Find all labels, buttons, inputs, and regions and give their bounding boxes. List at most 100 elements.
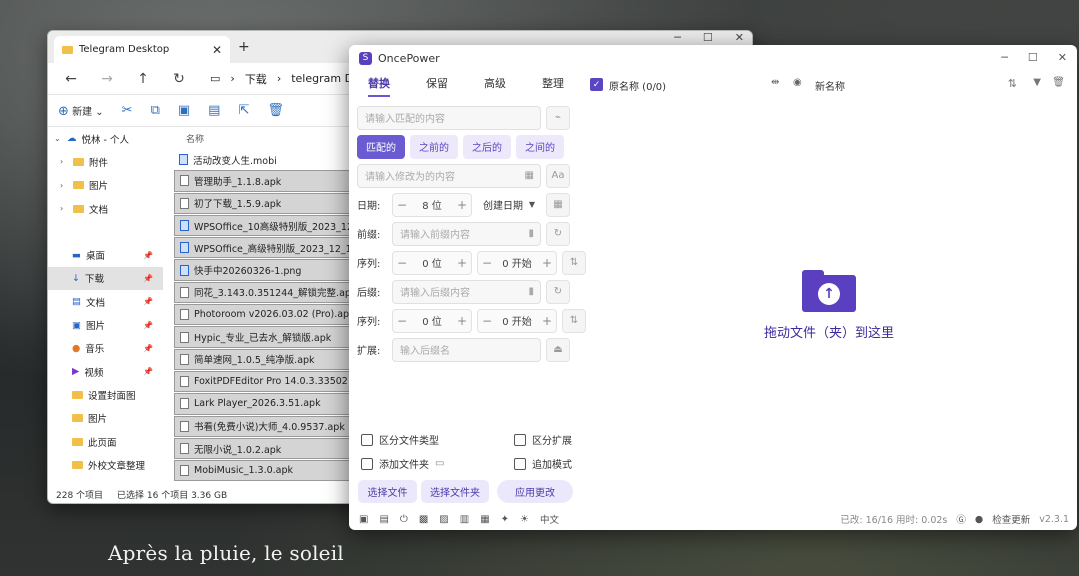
tab-organize[interactable]: 整理	[542, 71, 564, 97]
sort-icon[interactable]: ⇅	[562, 250, 586, 275]
select-all-checkbox[interactable]: ✓	[590, 78, 603, 91]
nav-item-cloud[interactable]: ⌄ ☁ 悦林 - 个人	[48, 127, 163, 150]
breadcrumb-item[interactable]: 下载	[245, 71, 267, 87]
nav-item-music[interactable]: ● 音乐 📌	[48, 337, 163, 360]
calendar-icon[interactable]: ▦	[525, 170, 534, 181]
nav-item-downloads[interactable]: ↓ 下载 📌	[48, 266, 163, 291]
mode-after-button[interactable]: 之后的	[463, 134, 511, 159]
delete-icon[interactable]: 🗑	[267, 103, 284, 118]
breadcrumb-item[interactable]: telegram D	[291, 72, 353, 85]
forward-icon[interactable]: →	[92, 71, 122, 87]
case-icon[interactable]: Aa	[546, 163, 570, 188]
sequence-digits-stepper[interactable]: −0 位 +	[392, 308, 472, 333]
calendar-icon[interactable]: ▦	[546, 192, 570, 217]
file-row[interactable]: WPSOffice_高级特别版_2023_12_1	[174, 237, 354, 259]
back-icon[interactable]: ←	[56, 71, 86, 87]
prefix-input[interactable]: 请输入前缀内容 ▮	[392, 221, 541, 246]
option-distinguish-ext[interactable]: 区分扩展	[514, 432, 572, 447]
option-distinguish-type[interactable]: 区分文件类型	[361, 432, 439, 447]
maximize-icon[interactable]: ☐	[1028, 51, 1038, 64]
date-type-select[interactable]: 创建日期 ▼	[477, 193, 541, 217]
mode-match-button[interactable]: 匹配的	[357, 134, 405, 159]
apply-changes-button[interactable]: 应用更改	[497, 480, 573, 503]
clear-icon[interactable]: ⏏	[546, 337, 570, 362]
nav-item-folder[interactable]: 此页面	[48, 430, 163, 453]
language-toggle[interactable]: 中文	[540, 512, 559, 526]
sort-icon[interactable]: ⇅	[562, 308, 586, 333]
nav-item-folder[interactable]: 图片	[48, 407, 163, 430]
extension-input[interactable]: 输入后缀名	[392, 337, 541, 362]
file-row[interactable]: 初了下载_1.5.9.apk	[174, 192, 354, 214]
new-button[interactable]: ⊕ 新建 ⌄	[58, 103, 104, 119]
drop-zone[interactable]: ↑ 拖动文件（夹）到这里	[749, 270, 909, 341]
minimize-icon[interactable]: ─	[1001, 51, 1008, 64]
new-tab-icon[interactable]: +	[238, 39, 250, 55]
nav-item-folder[interactable]: 外校文章整理	[48, 453, 163, 476]
suffix-input[interactable]: 请输入后缀内容 ▮	[392, 279, 541, 304]
close-tab-icon[interactable]: ✕	[212, 43, 222, 57]
select-files-button[interactable]: 选择文件	[358, 480, 417, 503]
option-add-folder[interactable]: 添加文件夹 ▭	[361, 456, 444, 471]
refresh-icon[interactable]: ↻	[164, 71, 194, 87]
sequence-digits-stepper[interactable]: −0 位 +	[392, 250, 472, 275]
file-row[interactable]: Photoroom v2026.03.02 (Pro).apk	[174, 304, 354, 326]
explorer-tab[interactable]: Telegram Desktop ✕	[54, 36, 230, 63]
file-row[interactable]: Hypic_专业_已去水_解锁版.apk	[174, 326, 354, 348]
nav-item-desktop[interactable]: ▬ 桌面 📌	[48, 243, 163, 266]
file-row[interactable]: 活动改变人生.mobi	[174, 149, 354, 170]
refresh-icon[interactable]: ↻	[546, 279, 570, 304]
rename-icon[interactable]: ▤	[208, 103, 220, 118]
save-icon[interactable]: ▣	[359, 514, 368, 525]
option-append-mode[interactable]: 追加模式	[514, 456, 572, 471]
checkbox[interactable]	[514, 433, 526, 446]
file-row[interactable]: 简单速网_1.0.5_纯净版.apk	[174, 348, 354, 370]
trash-icon[interactable]: 🗑	[1052, 77, 1065, 88]
refresh-icon[interactable]: ↻	[546, 221, 570, 246]
copy-icon[interactable]: ⧉	[151, 103, 160, 118]
file-row[interactable]: 同花_3.143.0.351244_解锁完整.apk	[174, 281, 354, 304]
share-icon[interactable]: ⇱	[238, 103, 249, 118]
lightbulb-icon[interactable]: ✦	[501, 514, 509, 525]
file-row[interactable]: 无限小说_1.0.2.apk	[174, 437, 354, 460]
nav-item-folder[interactable]: › 附件	[48, 150, 163, 173]
sequence-start-stepper[interactable]: −0 开始 +	[477, 250, 557, 275]
split-icon[interactable]: ⇹	[771, 77, 779, 88]
mode-between-button[interactable]: 之间的	[516, 134, 564, 159]
file-row[interactable]: MobiMusic_1.3.0.apk	[174, 460, 354, 482]
file-row[interactable]: WPSOffice_10高级特别版_2023_12_1	[174, 214, 354, 237]
text-file-icon[interactable]: ▥	[460, 514, 469, 525]
tab-keep[interactable]: 保留	[426, 71, 448, 97]
paste-icon[interactable]: ▣	[178, 103, 190, 118]
checkbox[interactable]	[361, 433, 373, 446]
nav-item-folder[interactable]: 设置封面图	[48, 383, 163, 406]
file-row[interactable]: FoxitPDFEditor Pro 14.0.3.33502 x86	[174, 370, 354, 393]
breadcrumb[interactable]: ▭ › 下载 › telegram D	[210, 71, 353, 87]
check-update-link[interactable]: 检查更新	[992, 512, 1030, 526]
sort-icon[interactable]: ⇅	[1008, 77, 1017, 90]
tab-replace[interactable]: 替换	[368, 71, 390, 97]
github-icon[interactable]: ●	[975, 514, 983, 525]
up-icon[interactable]: ↑	[128, 71, 158, 87]
eye-icon[interactable]: ◉	[793, 77, 802, 88]
nav-item-pictures[interactable]: ▣ 图片 📌	[48, 313, 163, 336]
select-folder-button[interactable]: 选择文件夹	[421, 480, 489, 503]
file-row[interactable]: 快手中20260326-1.png	[174, 259, 354, 281]
theme-icon[interactable]: ☀	[520, 514, 529, 525]
date-digits-stepper[interactable]: −8 位 +	[392, 192, 472, 217]
nav-item-documents[interactable]: ▤ 文档 📌	[48, 290, 163, 313]
checkbox[interactable]	[361, 457, 373, 470]
checkbox[interactable]	[514, 457, 526, 470]
paperclip-icon[interactable]: ⌁	[546, 105, 570, 130]
find-input[interactable]: 请输入匹配的内容	[357, 105, 541, 130]
image-icon[interactable]: ▨	[439, 514, 448, 525]
nav-item-folder[interactable]: › 图片	[48, 174, 163, 197]
close-window-icon[interactable]: ✕	[1058, 51, 1067, 64]
replace-input[interactable]: 请输入修改为的内容 ▦	[357, 163, 541, 188]
power-icon[interactable]: ⏻	[400, 514, 408, 525]
calendar-icon[interactable]: ▦	[480, 514, 489, 525]
tab-advanced[interactable]: 高级	[484, 71, 506, 97]
sequence-start-stepper[interactable]: −0 开始 +	[477, 308, 557, 333]
file-row[interactable]: 书看(免费小说)大师_4.0.9537.apk	[174, 415, 354, 437]
nav-item-videos[interactable]: ▶ 视频 📌	[48, 360, 163, 383]
g-icon[interactable]: Ⓖ	[956, 512, 966, 526]
